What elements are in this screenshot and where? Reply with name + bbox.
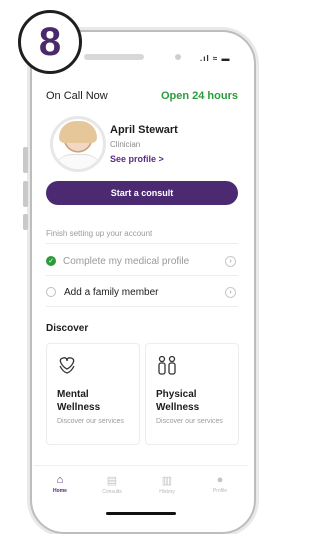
card-title-line2: Wellness bbox=[156, 402, 200, 413]
profile-icon: ● bbox=[216, 474, 224, 486]
card-subtitle: Discover our services bbox=[57, 418, 124, 425]
step-badge: 8 bbox=[18, 10, 82, 74]
consults-icon: ▤ bbox=[106, 475, 118, 487]
chevron-right-icon: › bbox=[225, 286, 236, 298]
step-number: 8 bbox=[38, 20, 62, 64]
setup-title: Finish setting up your account bbox=[46, 229, 153, 238]
mute-switch bbox=[23, 214, 28, 230]
card-physical-wellness[interactable]: Physical Wellness Discover our services bbox=[145, 343, 239, 445]
bottom-navigation: ⌂ Home ▤ Consults ▥ History ● Profile bbox=[34, 465, 248, 500]
unchecked-icon bbox=[46, 287, 56, 297]
volume-up-button bbox=[23, 147, 28, 173]
nav-profile[interactable]: ● Profile bbox=[200, 474, 240, 494]
home-icon: ⌂ bbox=[56, 474, 64, 486]
discover-title: Discover bbox=[46, 323, 89, 334]
see-profile-link[interactable]: See profile > bbox=[110, 154, 164, 164]
divider bbox=[46, 243, 238, 244]
nav-label: Consults bbox=[102, 489, 122, 495]
page-title: On Call Now bbox=[46, 90, 108, 102]
nav-label: Home bbox=[53, 488, 67, 494]
header-row: On Call Now Open 24 hours bbox=[46, 90, 238, 102]
task-add-family-member[interactable]: Add a family member › bbox=[46, 282, 238, 302]
card-title-line1: Mental bbox=[57, 389, 89, 400]
nav-label: Profile bbox=[212, 488, 228, 494]
task-label: Complete my medical profile bbox=[63, 255, 190, 267]
open-status: Open 24 hours bbox=[160, 90, 238, 102]
clinician-avatar bbox=[50, 116, 106, 172]
card-mental-wellness[interactable]: Mental Wellness Discover our services bbox=[46, 343, 140, 445]
clinician-name: April Stewart bbox=[110, 124, 178, 136]
volume-down-button bbox=[23, 181, 28, 207]
card-title-line2: Wellness bbox=[57, 402, 101, 413]
nav-home[interactable]: ⌂ Home bbox=[40, 474, 80, 494]
home-indicator[interactable] bbox=[106, 512, 176, 515]
nav-consults[interactable]: ▤ Consults bbox=[92, 474, 132, 495]
card-title-line1: Physical bbox=[156, 389, 197, 400]
clinician-role: Clinician bbox=[110, 140, 141, 149]
camera-icon bbox=[175, 54, 181, 60]
divider bbox=[46, 275, 238, 276]
history-icon: ▥ bbox=[161, 475, 173, 487]
nav-label: History bbox=[159, 489, 175, 495]
check-icon: ✓ bbox=[46, 256, 56, 266]
card-subtitle: Discover our services bbox=[156, 418, 223, 425]
divider bbox=[46, 306, 238, 307]
speaker-notch bbox=[84, 54, 144, 60]
status-bar-icons: .ıl ≈ ▬ bbox=[200, 54, 231, 63]
chevron-right-icon: › bbox=[225, 255, 236, 267]
physical-wellness-icon bbox=[156, 355, 178, 379]
start-consult-button[interactable]: Start a consult bbox=[46, 181, 238, 205]
task-complete-medical-profile[interactable]: ✓ Complete my medical profile › bbox=[46, 251, 238, 271]
task-label: Add a family member bbox=[64, 286, 159, 298]
mental-wellness-icon bbox=[57, 355, 77, 379]
nav-history[interactable]: ▥ History bbox=[147, 474, 187, 495]
